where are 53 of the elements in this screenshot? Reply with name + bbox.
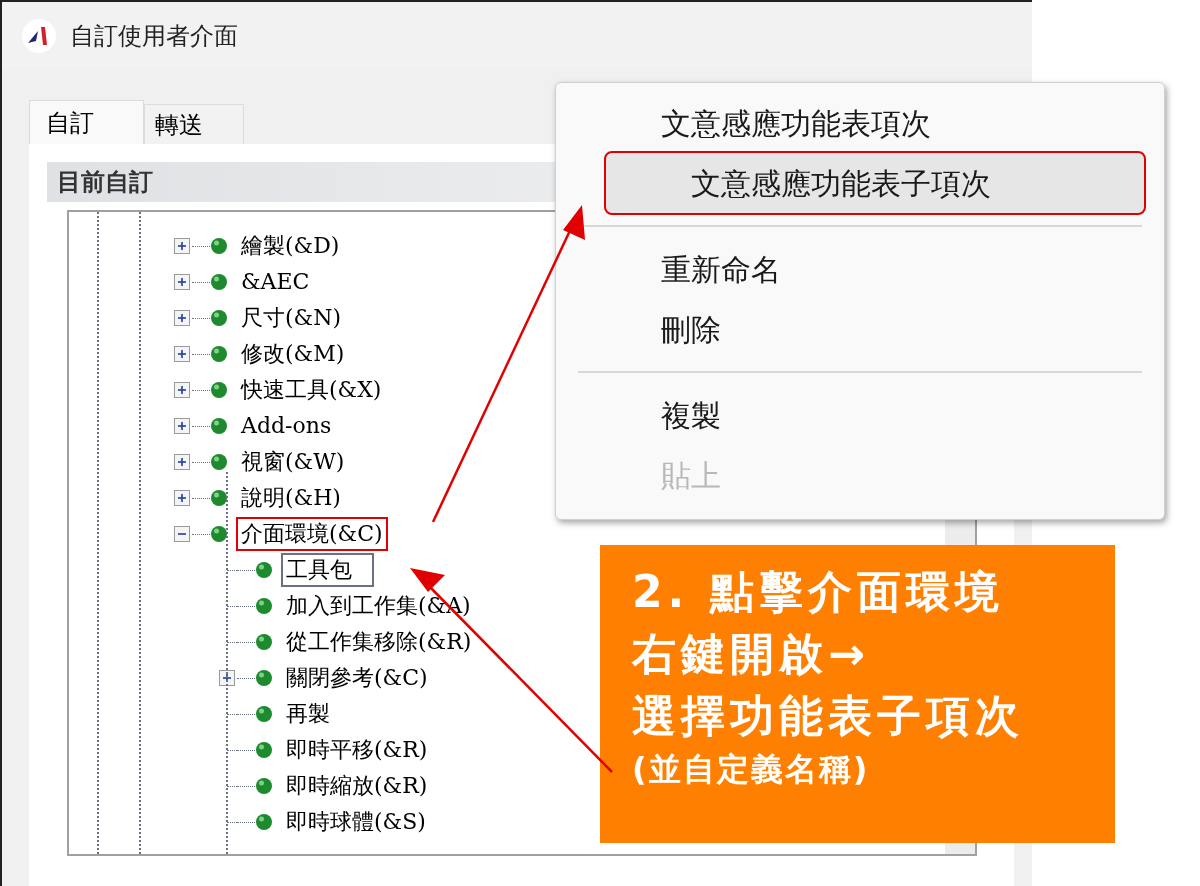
status-dot-icon (255, 633, 273, 651)
window-title: 自訂使用者介面 (70, 21, 238, 52)
callout-text: (並自定義名稱) (632, 749, 871, 790)
expand-icon[interactable] (174, 382, 190, 398)
tree-item-label[interactable]: 視窗(&W) (236, 445, 350, 479)
tree-item-label[interactable]: 即時縮放(&R) (281, 769, 433, 803)
status-dot-icon (210, 381, 228, 399)
callout-text: 2. 點擊介面環境 (632, 565, 1005, 619)
expand-icon[interactable] (174, 238, 190, 254)
tree-item-label[interactable]: 介面環境(&C) (236, 517, 388, 551)
rename-field[interactable]: 工具包 (281, 553, 374, 587)
expand-icon[interactable] (174, 454, 190, 470)
status-dot-icon (210, 273, 228, 291)
status-dot-icon (210, 489, 228, 507)
status-dot-icon (210, 345, 228, 363)
app-logo-icon (22, 19, 56, 53)
tab[interactable]: 轉送 (144, 104, 244, 144)
status-dot-icon (255, 669, 273, 687)
tree-item-label[interactable]: 即時球體(&S) (281, 805, 431, 839)
expand-icon[interactable] (174, 490, 190, 506)
callout-text: 選擇功能表子項次 (632, 689, 1025, 743)
status-dot-icon (255, 597, 273, 615)
status-dot-icon (210, 417, 228, 435)
callout-text: 右鍵開啟→ (632, 627, 871, 681)
tree-item-label[interactable]: 從工作集移除(&R) (281, 625, 477, 659)
tree-item-label[interactable]: &AEC (236, 265, 315, 299)
expand-icon[interactable] (174, 310, 190, 326)
expand-icon[interactable] (174, 346, 190, 362)
status-dot-icon (210, 309, 228, 327)
status-dot-icon (255, 705, 273, 723)
status-dot-icon (210, 525, 228, 543)
status-dot-icon (255, 741, 273, 759)
tree-item-label[interactable]: 尺寸(&N) (236, 301, 346, 335)
tree-item-label[interactable]: 繪製(&D) (236, 229, 345, 263)
tree-item-label[interactable]: 快速工具(&X) (236, 373, 387, 407)
tree-item-label[interactable]: 修改(&M) (236, 337, 350, 371)
status-dot-icon (255, 813, 273, 831)
tree-item-label[interactable]: 說明(&H) (236, 481, 346, 515)
status-dot-icon (210, 453, 228, 471)
status-dot-icon (210, 237, 228, 255)
status-dot-icon (255, 777, 273, 795)
collapse-icon[interactable] (174, 526, 190, 542)
tree-item-label[interactable]: 即時平移(&R) (281, 733, 433, 767)
tree-item-label[interactable]: 再製 (281, 697, 335, 731)
section-title: 目前自訂 (57, 167, 153, 198)
tree-item-label[interactable]: Add-ons (236, 409, 337, 443)
expand-icon[interactable] (174, 274, 190, 290)
tree-item-label[interactable]: 關閉參考(&C) (281, 661, 433, 695)
status-dot-icon (255, 561, 273, 579)
expand-icon[interactable] (219, 670, 235, 686)
tab[interactable]: 自訂 (29, 100, 144, 144)
menu-item[interactable]: 文意感應功能表子項次 (606, 153, 1144, 213)
expand-icon[interactable] (174, 418, 190, 434)
